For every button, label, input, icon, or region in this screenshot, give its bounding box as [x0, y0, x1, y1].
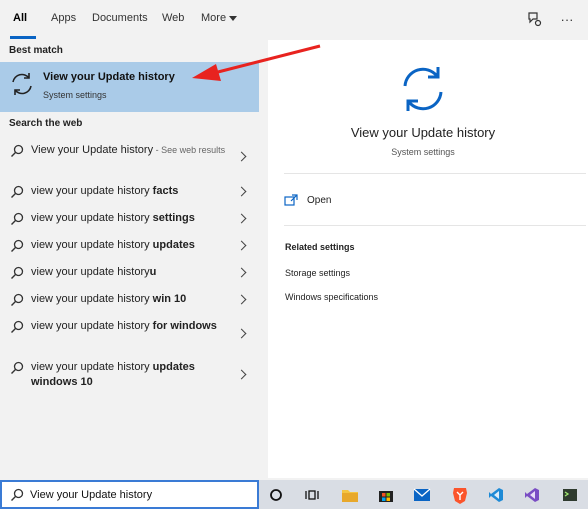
web-result-query: View your Update history [31, 144, 154, 156]
file-explorer-icon[interactable] [339, 484, 361, 506]
chevron-right-icon [236, 186, 247, 197]
tab-documents[interactable]: Documents [92, 12, 148, 24]
feedback-icon[interactable] [523, 8, 545, 30]
search-icon [11, 361, 24, 374]
search-icon [11, 488, 24, 501]
detail-panel: View your Update history System settings… [268, 40, 588, 478]
tab-all[interactable]: All [13, 12, 27, 24]
more-options-button[interactable]: ··· [556, 8, 578, 30]
search-icon [11, 185, 24, 198]
web-result-text: view your update history settings [31, 211, 226, 226]
web-result-query: view your update history [31, 185, 153, 197]
search-icon [11, 239, 24, 252]
best-match-header: Best match [9, 45, 63, 56]
tab-web[interactable]: Web [162, 12, 184, 24]
divider [284, 225, 586, 226]
chevron-right-icon [236, 213, 247, 224]
divider [284, 173, 586, 174]
visual-studio-icon[interactable] [521, 484, 543, 506]
web-result-query: view your update history [31, 266, 150, 278]
web-result-query: view your update history [31, 239, 153, 251]
vscode-icon[interactable] [485, 484, 507, 506]
web-result-text: view your update history for windows [31, 319, 226, 334]
open-label: Open [307, 195, 332, 206]
results-panel: Best match View your Update history Syst… [0, 40, 259, 480]
web-result-5[interactable]: view your update history win 10 [0, 292, 259, 308]
web-result-1[interactable]: view your update history facts [0, 184, 259, 200]
web-result-7[interactable]: view your update history updates windows… [0, 360, 259, 390]
tab-more[interactable]: More [201, 12, 238, 24]
search-input[interactable] [30, 486, 250, 504]
tab-all-indicator [10, 36, 36, 39]
mail-icon[interactable] [411, 484, 433, 506]
sync-icon [12, 73, 32, 95]
chevron-right-icon [236, 328, 247, 339]
chevron-right-icon [236, 240, 247, 251]
web-result-suggestion: for windows [152, 320, 217, 332]
web-result-suggestion: updates [152, 239, 195, 251]
detail-subtitle: System settings [391, 147, 455, 157]
annotation-arrow [192, 44, 321, 81]
search-icon [11, 212, 24, 225]
chevron-right-icon [236, 369, 247, 380]
search-filter-bar: All Apps Documents Web More ··· [0, 0, 588, 40]
search-box[interactable] [0, 480, 259, 509]
web-result-text: view your update history win 10 [31, 292, 226, 307]
cortana-icon[interactable] [265, 484, 287, 506]
web-result-text: view your update historyu [31, 265, 226, 280]
brave-icon[interactable] [449, 484, 471, 506]
web-result-query: view your update history [31, 320, 153, 332]
chevron-down-icon [229, 15, 238, 21]
web-result-2[interactable]: view your update history settings [0, 211, 259, 227]
web-result-0[interactable]: View your Update history - See web resul… [0, 143, 259, 173]
web-result-suggestion: win 10 [152, 293, 187, 305]
web-result-3[interactable]: view your update history updates [0, 238, 259, 254]
web-result-query: view your update history [31, 361, 153, 373]
terminal-icon[interactable] [559, 484, 581, 506]
tab-more-label: More [201, 12, 227, 24]
search-icon [11, 266, 24, 279]
web-result-suggestion: facts [152, 185, 179, 197]
web-result-text: view your update history updates windows… [31, 360, 226, 390]
task-view-icon[interactable] [301, 484, 323, 506]
windows-specifications-link[interactable]: Windows specifications [285, 292, 378, 302]
web-result-suggestion: settings [152, 212, 195, 224]
taskbar [259, 480, 588, 509]
search-icon [11, 293, 24, 306]
detail-title: View your Update history [350, 125, 496, 140]
web-result-query: view your update history [31, 212, 153, 224]
sync-icon [403, 67, 443, 111]
web-result-6[interactable]: view your update history for windows [0, 319, 259, 349]
tab-apps[interactable]: Apps [51, 12, 76, 24]
store-icon[interactable] [375, 484, 397, 506]
web-result-4[interactable]: view your update historyu [0, 265, 259, 281]
web-result-suggestion: u [149, 266, 157, 278]
open-icon [284, 194, 298, 206]
chevron-right-icon [236, 267, 247, 278]
search-icon [11, 144, 24, 157]
ellipsis-icon: ··· [560, 11, 574, 27]
search-web-header: Search the web [9, 118, 83, 129]
web-result-text: View your Update history - See web resul… [31, 143, 226, 158]
best-match-subtitle: System settings [43, 90, 107, 100]
web-result-text: view your update history facts [31, 184, 226, 199]
chevron-right-icon [236, 151, 247, 162]
search-icon [11, 320, 24, 333]
web-result-query: view your update history [31, 293, 153, 305]
related-settings-header: Related settings [285, 242, 355, 252]
storage-settings-link[interactable]: Storage settings [285, 268, 350, 278]
web-result-hint: - See web results [153, 145, 226, 155]
best-match-title: View your Update history [43, 71, 175, 83]
web-result-text: view your update history updates [31, 238, 226, 253]
chevron-right-icon [236, 294, 247, 305]
